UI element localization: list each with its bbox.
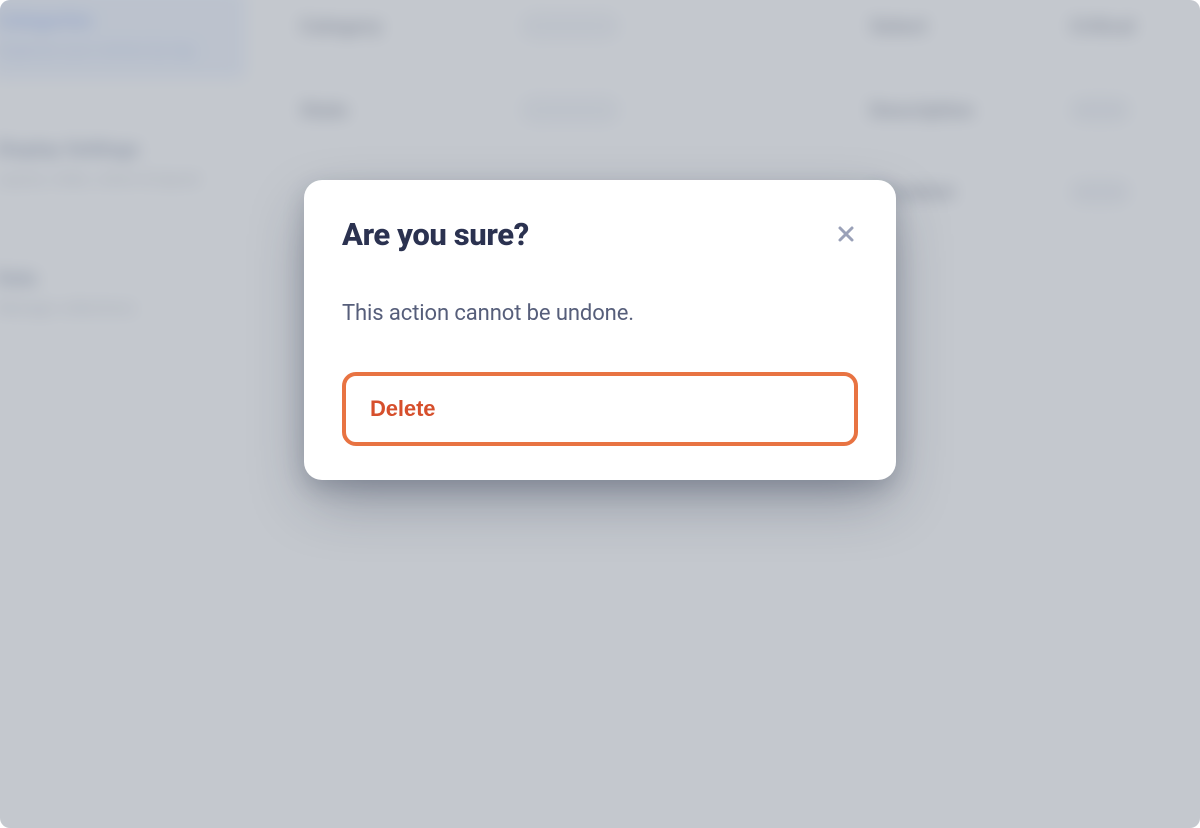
close-icon xyxy=(836,224,856,244)
delete-button-label: Delete xyxy=(370,396,435,421)
modal-header: Are you sure? xyxy=(342,216,858,253)
modal-close-button[interactable] xyxy=(830,218,862,250)
delete-button[interactable]: Delete xyxy=(342,372,858,446)
confirm-delete-modal: Are you sure? This action cannot be undo… xyxy=(304,180,896,480)
modal-message: This action cannot be undone. xyxy=(342,301,858,326)
modal-title: Are you sure? xyxy=(342,216,529,253)
